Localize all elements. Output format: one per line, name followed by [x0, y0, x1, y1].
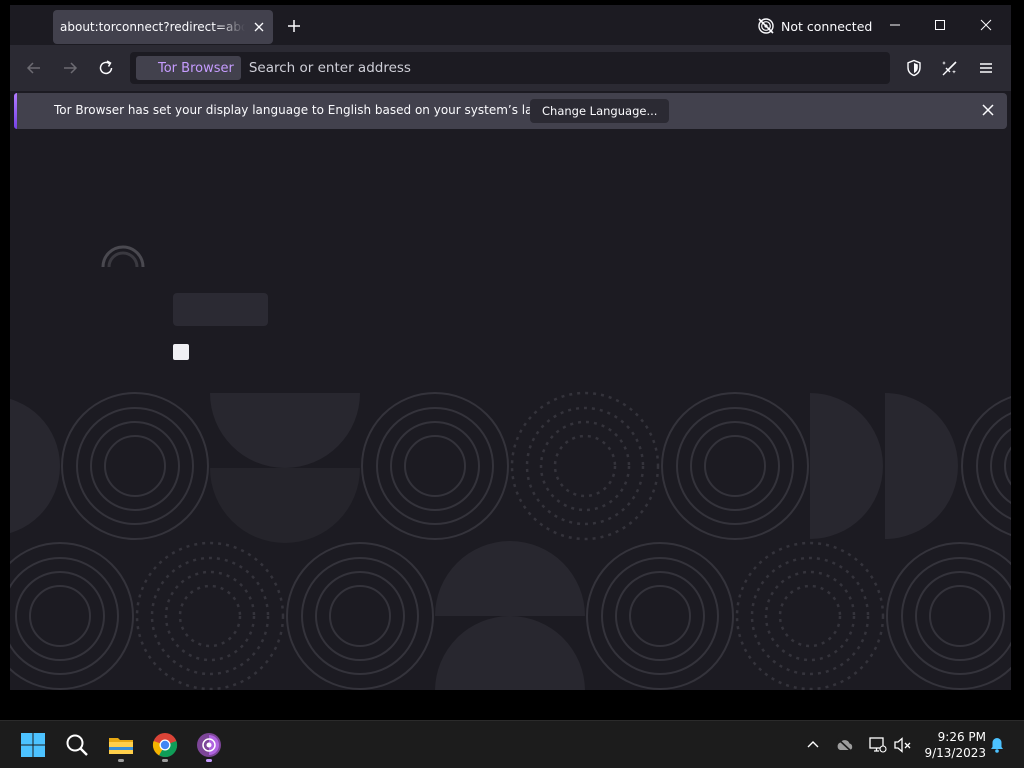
pattern-shape: [286, 542, 434, 690]
notification-message: Tor Browser has set your display languag…: [54, 103, 582, 117]
pattern-shape: [435, 616, 585, 690]
identity-box[interactable]: Tor Browser: [136, 56, 241, 80]
clock-date: 9/13/2023: [924, 746, 986, 760]
system-clock[interactable]: 9:26 PM 9/13/2023: [918, 729, 986, 761]
change-language-button[interactable]: Change Language...: [530, 99, 670, 123]
pattern-shape: [661, 392, 809, 540]
forward-arrow-icon[interactable]: [60, 58, 80, 78]
notification-accent: [14, 93, 17, 129]
back-arrow-icon[interactable]: [24, 58, 44, 78]
pattern-shape: [61, 392, 209, 540]
pattern-shape: [178, 584, 242, 648]
address-input[interactable]: [240, 54, 890, 82]
pattern-shape: [961, 396, 1011, 536]
pattern-shape: [510, 391, 660, 541]
pattern-shape: [376, 407, 494, 525]
pattern-shape: [1004, 446, 1011, 486]
window-close-icon[interactable]: [976, 15, 996, 35]
checkbox[interactable]: [173, 344, 189, 360]
pattern-shape: [704, 435, 766, 497]
pattern-shape: [104, 435, 166, 497]
pattern-shape: [676, 407, 794, 525]
tab-torconnect[interactable]: about:torconnect?redirect=about%3Ator: [53, 10, 273, 44]
pattern-shape: [990, 427, 1011, 505]
new-identity-broom-icon[interactable]: [940, 58, 960, 78]
pattern-shape: [629, 585, 691, 647]
navigation-toolbar: Tor Browser: [10, 45, 1011, 91]
browser-window: about:torconnect?redirect=about%3Ator No…: [10, 5, 1011, 690]
pattern-shape: [10, 542, 134, 690]
volume-muted-icon[interactable]: [893, 736, 913, 754]
security-shield-icon[interactable]: [904, 58, 924, 78]
tab-strip: about:torconnect?redirect=about%3Ator No…: [10, 5, 1011, 45]
chevron-up-icon[interactable]: [805, 737, 821, 753]
pattern-shape: [10, 557, 119, 675]
pattern-shape: [929, 585, 991, 647]
pattern-shape: [301, 557, 419, 675]
pattern-shape: [601, 557, 719, 675]
pattern-shape: [553, 434, 617, 498]
pattern-shape: [361, 392, 509, 540]
hamburger-menu-icon[interactable]: [976, 58, 996, 78]
clock-time: 9:26 PM: [937, 730, 986, 744]
pattern-shape: [210, 393, 360, 468]
tor-browser-icon[interactable]: [195, 731, 223, 759]
onedrive-icon[interactable]: [835, 736, 855, 754]
pattern-shape: [586, 542, 734, 690]
running-indicator: [206, 759, 212, 762]
pattern-shape: [135, 541, 285, 690]
pattern-shape: [210, 468, 360, 543]
language-notification-bar: Tor Browser has set your display languag…: [14, 93, 1007, 129]
tab-title: about:torconnect?redirect=about%3Ator: [60, 20, 245, 34]
pattern-shape: [10, 398, 60, 534]
identity-label: Tor Browser: [158, 60, 234, 76]
minimize-icon[interactable]: [885, 15, 905, 35]
pattern-shape: [901, 557, 1011, 675]
pattern-shape: [885, 393, 958, 539]
onion-disconnected-icon: [758, 18, 774, 34]
background-pattern: [10, 391, 1011, 690]
maximize-icon[interactable]: [930, 15, 950, 35]
search-icon[interactable]: [63, 731, 91, 759]
chrome-icon[interactable]: [151, 731, 179, 759]
url-bar[interactable]: Tor Browser: [130, 52, 890, 84]
pattern-shape: [886, 542, 1011, 690]
pattern-shape: [76, 407, 194, 525]
network-icon[interactable]: [867, 736, 887, 754]
pattern-shape: [778, 584, 842, 648]
start-icon[interactable]: [19, 731, 47, 759]
notification-close-icon[interactable]: [979, 101, 997, 119]
pattern-shape: [150, 556, 270, 676]
running-indicator: [118, 759, 124, 762]
title-placeholder: [173, 293, 268, 326]
reload-icon[interactable]: [96, 58, 116, 78]
pattern-shape: [29, 585, 91, 647]
pattern-shape: [539, 420, 631, 512]
pattern-shape: [810, 393, 883, 539]
pattern-shape: [329, 585, 391, 647]
pattern-shape: [435, 541, 585, 616]
pattern-shape: [750, 556, 870, 676]
tab-close-icon[interactable]: [251, 19, 267, 35]
pattern-shape: [525, 406, 645, 526]
pattern-shape: [735, 541, 885, 690]
loading-onion-icon: [101, 245, 145, 268]
tor-connection-status[interactable]: Not connected: [757, 17, 872, 35]
connection-status-label: Not connected: [781, 18, 873, 34]
windows-taskbar: 9:26 PM 9/13/2023: [0, 720, 1024, 768]
notification-bell-icon[interactable]: [988, 736, 1006, 754]
new-tab-plus-icon[interactable]: [285, 17, 303, 35]
running-indicator: [162, 759, 168, 762]
file-explorer-icon[interactable]: [107, 731, 135, 759]
pattern-shape: [404, 435, 466, 497]
torconnect-page: [10, 133, 1011, 690]
